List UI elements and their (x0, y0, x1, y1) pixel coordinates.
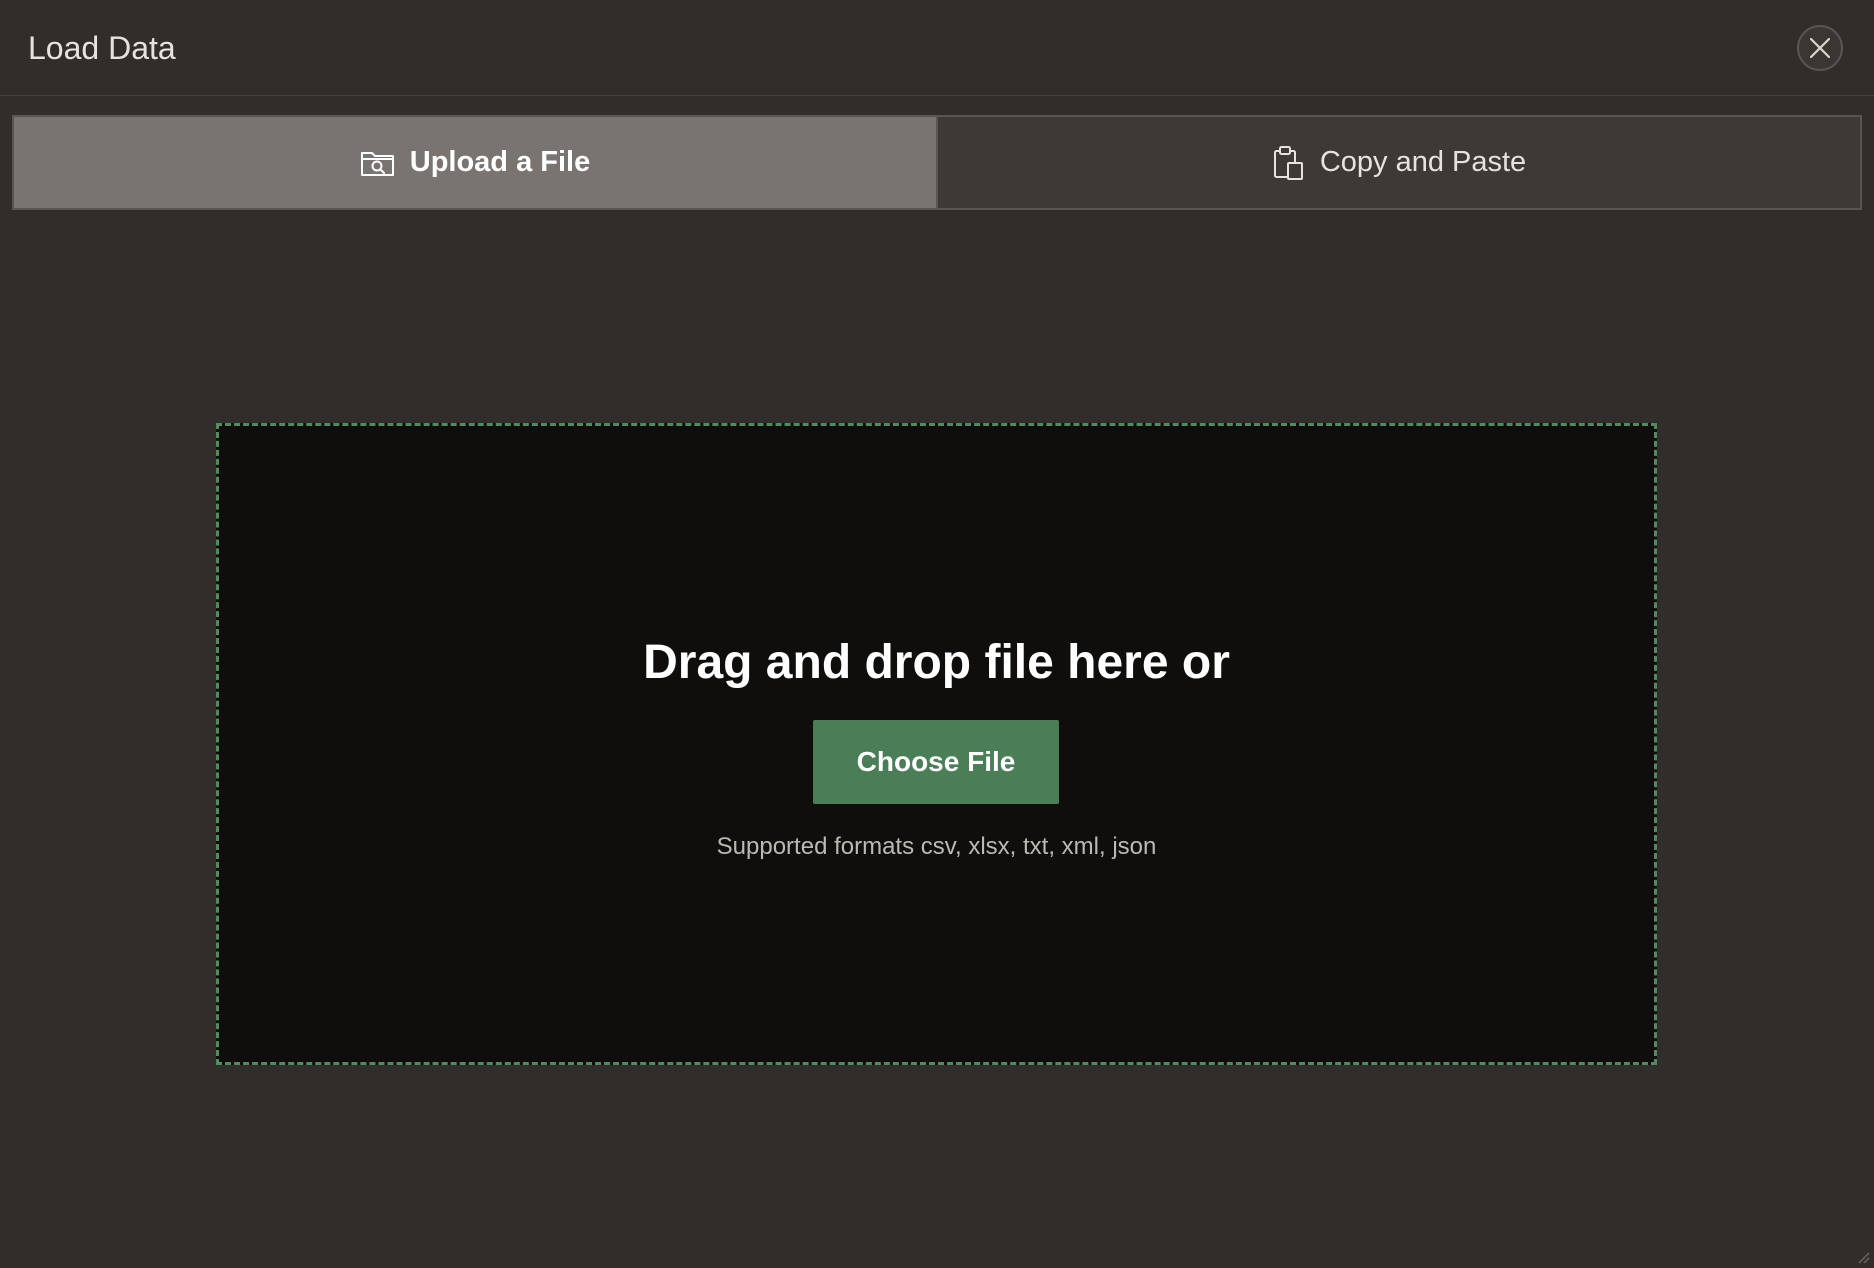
tab-label: Upload a File (409, 146, 591, 178)
tab-label: Copy and Paste (1319, 146, 1527, 178)
choose-file-button[interactable]: Choose File (813, 720, 1059, 804)
clipboard-icon (1272, 145, 1306, 181)
load-data-dialog: Load Data Upload a File Copy and Paste D… (0, 0, 1874, 1268)
dialog-header: Load Data (0, 0, 1874, 96)
folder-search-icon (360, 148, 396, 178)
resize-handle-icon[interactable] (1856, 1250, 1870, 1264)
dialog-title: Load Data (28, 30, 176, 66)
tab-bar: Upload a File Copy and Paste (12, 115, 1862, 210)
supported-formats-text: Supported formats csv, xlsx, txt, xml, j… (716, 833, 1157, 860)
tab-copy-and-paste[interactable]: Copy and Paste (936, 117, 1860, 208)
close-icon (1809, 37, 1831, 59)
close-button[interactable] (1797, 25, 1843, 71)
tab-upload-a-file[interactable]: Upload a File (14, 117, 936, 208)
dropzone-heading: Drag and drop file here or (643, 636, 1230, 689)
file-dropzone[interactable]: Drag and drop file here or Choose File S… (216, 423, 1657, 1065)
